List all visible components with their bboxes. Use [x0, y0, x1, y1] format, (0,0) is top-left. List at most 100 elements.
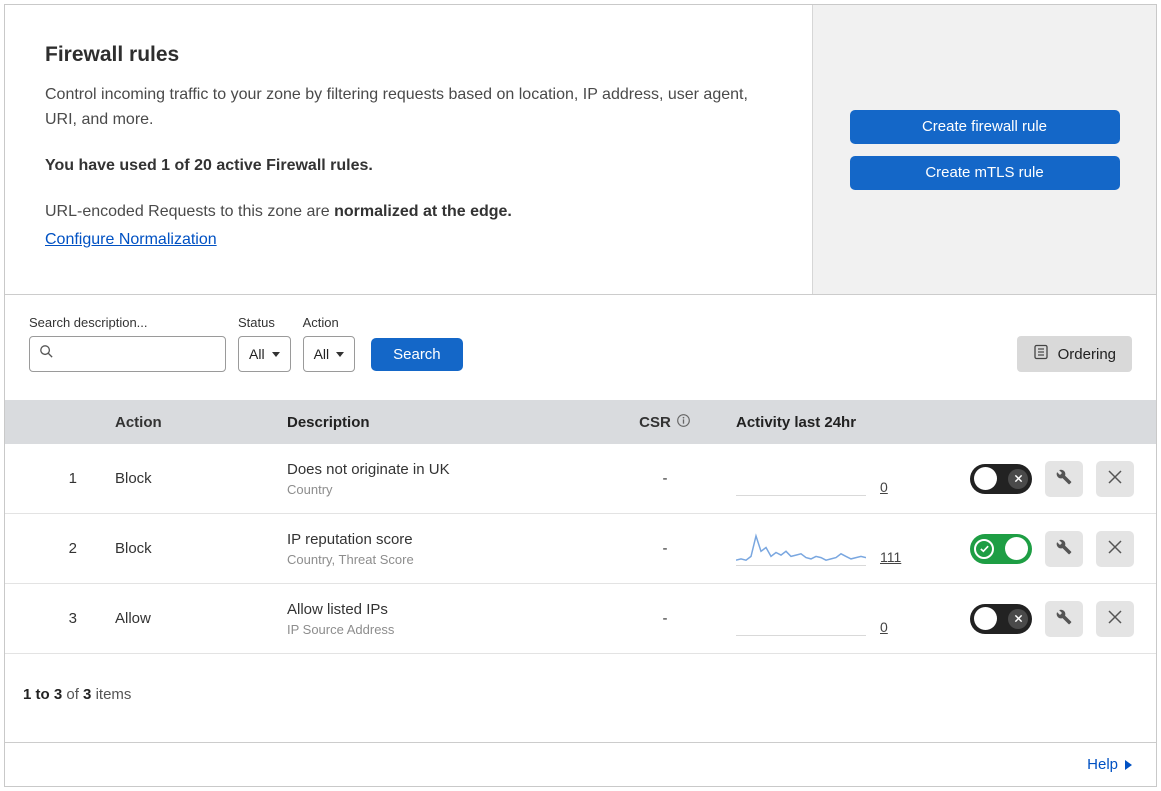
help-bar: Help [5, 742, 1156, 786]
activity-count-link[interactable]: 0 [880, 479, 888, 495]
chevron-down-icon [271, 351, 280, 357]
check-icon [974, 538, 994, 559]
status-filter-group: Status All [238, 315, 291, 372]
rule-action: Block [115, 470, 152, 487]
wrench-icon [1056, 609, 1072, 628]
rule-controls [950, 460, 1156, 497]
activity-cell: 0 [720, 602, 950, 636]
description-column-header: Description [287, 413, 370, 431]
action-filter-group: Action All [302, 315, 356, 372]
rule-action: Block [115, 540, 152, 557]
action-label: Action [302, 315, 339, 330]
toggle-knob [974, 607, 997, 630]
create-firewall-rule-button[interactable]: Create firewall rule [849, 109, 1120, 144]
rule-fields: IP Source Address [287, 621, 395, 637]
search-icon [39, 344, 54, 364]
delete-rule-button[interactable] [1096, 600, 1134, 637]
delete-rule-button[interactable] [1096, 530, 1134, 567]
rule-description: Allow listed IPs [287, 600, 388, 618]
page-header: Firewall rules Control incoming traffic … [5, 5, 1156, 295]
filter-bar: Search description... Status All Action … [5, 295, 1156, 400]
items-suffix: items [95, 686, 132, 703]
rule-controls [950, 600, 1156, 637]
rule-description-cell: IP reputation score Country, Threat Scor… [267, 531, 610, 567]
close-icon [1108, 610, 1122, 627]
delete-rule-button[interactable] [1096, 460, 1134, 497]
search-input[interactable] [60, 346, 216, 362]
close-icon [1008, 608, 1028, 629]
help-link[interactable]: Help [1087, 756, 1132, 773]
close-icon [1108, 540, 1122, 557]
rule-description-cell: Allow listed IPs IP Source Address [267, 601, 610, 637]
close-icon [1108, 470, 1122, 487]
rule-fields: Country [287, 481, 333, 497]
rule-description: IP reputation score [287, 530, 413, 548]
firewall-rules-card: Firewall rules Control incoming traffic … [4, 4, 1157, 787]
rule-description: Does not originate in UK [287, 460, 450, 478]
create-mtls-rule-button[interactable]: Create mTLS rule [849, 155, 1120, 190]
info-icon [676, 413, 691, 432]
rule-csr: - [662, 470, 668, 487]
rule-description-cell: Does not originate in UK Country [267, 461, 610, 497]
activity-count-link[interactable]: 111 [880, 549, 901, 565]
table-row: 3 Allow Allow listed IPs IP Source Addre… [5, 584, 1156, 654]
items-range: 1 to 3 [23, 686, 63, 703]
csr-column-header: CSR [610, 413, 720, 432]
activity-sparkline [736, 532, 866, 566]
toggle-knob [1005, 537, 1028, 560]
enable-toggle[interactable] [970, 603, 1032, 634]
table-row: 2 Block IP reputation score Country, Thr… [5, 514, 1156, 584]
status-label: Status [238, 315, 275, 330]
activity-sparkline [736, 602, 866, 636]
usage-notice: You have used 1 of 20 active Firewall ru… [45, 156, 373, 174]
search-button[interactable]: Search [371, 338, 463, 371]
status-dropdown[interactable]: All [238, 336, 291, 372]
activity-column-header: Activity last 24hr [736, 413, 857, 431]
edit-rule-button[interactable] [1045, 600, 1083, 637]
ordering-list-icon [1033, 344, 1049, 364]
activity-cell: 0 [720, 462, 950, 496]
table-row: 1 Block Does not originate in UK Country… [5, 444, 1156, 514]
chevron-down-icon [336, 351, 345, 357]
table-header-row: Action Description CSR Activity last 24h… [5, 400, 1156, 444]
activity-count-link[interactable]: 0 [880, 619, 888, 635]
ordering-button-label: Ordering [1057, 345, 1116, 363]
ordering-button[interactable]: Ordering [1016, 336, 1132, 372]
page-title: Firewall rules [45, 43, 180, 66]
rule-action: Allow [115, 610, 151, 627]
normalization-bold-text: normalized at the edge. [334, 202, 512, 220]
activity-cell: 111 [720, 532, 950, 566]
edit-rule-button[interactable] [1045, 460, 1083, 497]
normalization-notice: URL-encoded Requests to this zone are no… [45, 203, 772, 221]
action-dropdown[interactable]: All [302, 336, 356, 372]
items-total: 3 [83, 686, 92, 703]
search-box [29, 336, 226, 372]
configure-normalization-link[interactable]: Configure Normalization [45, 231, 217, 248]
page-header-text: Firewall rules Control incoming traffic … [5, 5, 812, 294]
rule-csr: - [662, 540, 668, 557]
edit-rule-button[interactable] [1045, 530, 1083, 567]
rule-fields: Country, Threat Score [287, 551, 414, 567]
enable-toggle[interactable] [970, 463, 1032, 494]
rule-priority: 3 [68, 610, 77, 627]
help-link-label: Help [1087, 756, 1118, 773]
items-summary: 1 to 3 of 3 items [5, 654, 1156, 723]
wrench-icon [1056, 539, 1072, 558]
action-dropdown-value: All [313, 346, 330, 362]
csr-header-label: CSR [639, 413, 671, 431]
items-of-text: of [66, 686, 79, 703]
search-label: Search description... [29, 315, 148, 330]
search-filter-group: Search description... [29, 315, 226, 372]
actions-panel: Create firewall rule Create mTLS rule [812, 5, 1156, 294]
close-icon [1008, 468, 1028, 489]
enable-toggle[interactable] [970, 533, 1032, 564]
rule-priority: 1 [68, 470, 77, 487]
wrench-icon [1056, 469, 1072, 488]
activity-sparkline [736, 462, 866, 496]
page-description: Control incoming traffic to your zone by… [45, 86, 748, 128]
normalization-text: URL-encoded Requests to this zone are [45, 202, 330, 220]
rule-csr: - [662, 610, 668, 627]
rule-priority: 2 [68, 540, 77, 557]
toggle-knob [974, 467, 997, 490]
action-column-header: Action [115, 413, 162, 431]
